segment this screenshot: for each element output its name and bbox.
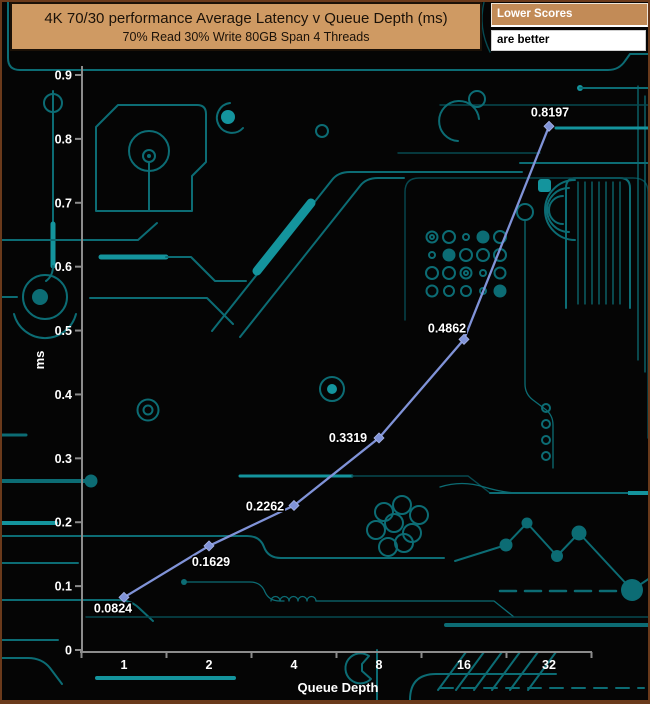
latency-line-chart: 0 0.1 0.2 0.3 0.4 0.5 0.6 0.7 0.8 0.9 1 2 4 8 16 32 Queu… xyxy=(32,66,593,695)
y-tick-label: 0.5 xyxy=(55,324,72,338)
benchmark-chart-page: 0 0.1 0.2 0.3 0.4 0.5 0.6 0.7 0.8 0.9 1 2 4 8 16 32 Queu… xyxy=(0,0,650,704)
data-point-label: 0.8197 xyxy=(531,105,569,119)
x-tick-label: 32 xyxy=(542,658,556,672)
lower-scores-note: Lower Scores are better xyxy=(491,3,648,51)
data-point-label: 0.0824 xyxy=(94,601,132,615)
data-point-label: 0.2262 xyxy=(246,499,284,513)
chart-subtitle: 70% Read 30% Write 80GB Span 4 Threads xyxy=(122,29,370,44)
y-tick-label: 0.6 xyxy=(55,260,72,274)
data-point-marker xyxy=(543,120,555,132)
data-point-label: 0.1629 xyxy=(192,555,230,569)
page-border-top xyxy=(0,0,650,2)
note-body: are better xyxy=(491,30,646,51)
x-tick-label: 16 xyxy=(457,658,471,672)
y-axis-title: ms xyxy=(32,351,47,370)
data-point-label: 0.3319 xyxy=(329,431,367,445)
x-tick-label: 4 xyxy=(291,658,298,672)
x-axis-title: Queue Depth xyxy=(298,680,379,695)
latency-series-line xyxy=(123,125,551,599)
y-tick-label: 0 xyxy=(65,644,72,658)
y-tick-label: 0.1 xyxy=(55,580,72,594)
y-tick-label: 0.3 xyxy=(55,452,72,466)
page-border-bottom xyxy=(0,700,650,704)
y-tick-label: 0.2 xyxy=(55,516,72,530)
y-tick-label: 0.4 xyxy=(55,388,72,402)
chart-title: 4K 70/30 performance Average Latency v Q… xyxy=(44,9,448,27)
y-tick-label: 0.7 xyxy=(55,196,72,210)
x-tick-label: 1 xyxy=(121,658,128,672)
data-point-marker xyxy=(203,540,215,552)
x-tick-label: 8 xyxy=(376,658,383,672)
data-point-label: 0.4862 xyxy=(428,321,466,335)
y-tick-label: 0.8 xyxy=(55,132,72,146)
page-border-left xyxy=(0,0,2,704)
chart-title-banner: 4K 70/30 performance Average Latency v Q… xyxy=(10,2,482,51)
x-tick-label: 2 xyxy=(206,658,213,672)
note-header: Lower Scores xyxy=(491,3,648,27)
y-tick-label: 0.9 xyxy=(55,69,72,83)
